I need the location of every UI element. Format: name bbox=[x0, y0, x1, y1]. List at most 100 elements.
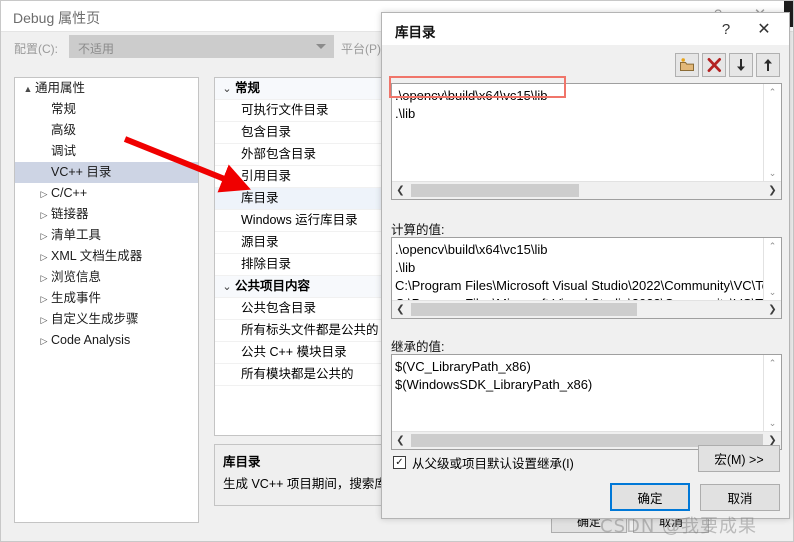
property-row[interactable]: 排除目录 bbox=[215, 254, 403, 276]
property-row[interactable]: 所有模块都是公共的 bbox=[215, 364, 403, 386]
tree-item[interactable]: ▷ 浏览信息 bbox=[15, 267, 198, 288]
property-row[interactable]: 源目录 bbox=[215, 232, 403, 254]
background-window-title: Debug 属性页 bbox=[13, 10, 101, 26]
chevron-down-icon[interactable]: ⌄ bbox=[219, 277, 235, 298]
settings-tree[interactable]: ▲ 通用属性 常规 高级 调试 VC++ 目录 ▷ C/C++ ▷ 链接器 ▷ 清单工具 ▷ XML 文档… bbox=[14, 77, 199, 523]
collapsed-triangle-icon[interactable]: ▷ bbox=[37, 226, 51, 247]
property-group-header[interactable]: ⌄ 公共项目内容 bbox=[215, 276, 403, 298]
directories-edit-list[interactable]: .\opencv\build\x64\vc15\lib .\lib ⌃ ⌄ ❮ ❯ bbox=[391, 83, 782, 200]
computed-vertical-scrollbar[interactable]: ⌃ ⌄ bbox=[763, 238, 781, 301]
property-label: 所有标头文件都是公共的 bbox=[241, 323, 379, 337]
property-row[interactable]: 公共 C++ 模块目录 bbox=[215, 342, 403, 364]
scroll-up-icon[interactable]: ⌃ bbox=[764, 355, 781, 372]
property-label: 包含目录 bbox=[241, 125, 292, 139]
directories-list-lines[interactable]: .\opencv\build\x64\vc15\lib .\lib bbox=[392, 84, 764, 182]
csdn-watermark: CSDN @我要成果 bbox=[600, 516, 758, 537]
expanded-triangle-icon[interactable]: ▲ bbox=[21, 79, 35, 100]
scroll-left-icon[interactable]: ❮ bbox=[392, 301, 409, 318]
configuration-combobox[interactable]: 不适用 bbox=[69, 35, 334, 58]
property-label: Windows 运行库目录 bbox=[241, 213, 358, 227]
tree-item[interactable]: ▷ Code Analysis bbox=[15, 330, 198, 351]
tree-item-label: 链接器 bbox=[51, 207, 89, 221]
list-item[interactable]: .\lib bbox=[395, 259, 764, 277]
edit-list-vertical-scrollbar[interactable]: ⌃ ⌄ bbox=[763, 84, 781, 182]
collapsed-triangle-icon[interactable]: ▷ bbox=[37, 289, 51, 310]
inherit-checkbox-row[interactable]: ✓ 从父级或项目默认设置继承(I) bbox=[393, 453, 574, 472]
tree-item[interactable]: ▷ 自定义生成步骤 bbox=[15, 309, 198, 330]
property-row[interactable]: 可执行文件目录 bbox=[215, 100, 403, 122]
tree-item[interactable]: ▷ C/C++ bbox=[15, 183, 198, 204]
dialog-cancel-button[interactable]: 取消 bbox=[700, 484, 780, 511]
scroll-right-icon[interactable]: ❯ bbox=[764, 182, 781, 199]
collapsed-triangle-icon[interactable]: ▷ bbox=[37, 310, 51, 331]
collapsed-triangle-icon[interactable]: ▷ bbox=[37, 205, 51, 226]
tree-item[interactable]: 高级 bbox=[15, 120, 198, 141]
collapsed-triangle-icon[interactable]: ▷ bbox=[37, 268, 51, 289]
tree-item[interactable]: 调试 bbox=[15, 141, 198, 162]
inherited-values-label: 继承的值: bbox=[391, 340, 445, 354]
property-row[interactable]: 公共包含目录 bbox=[215, 298, 403, 320]
inherit-checkbox-label: 从父级或项目默认设置继承(I) bbox=[412, 457, 574, 471]
dialog-ok-button[interactable]: 确定 bbox=[610, 483, 690, 511]
property-row[interactable]: 所有标头文件都是公共的 bbox=[215, 320, 403, 342]
dialog-help-icon[interactable]: ? bbox=[711, 16, 741, 42]
collapsed-triangle-icon[interactable]: ▷ bbox=[37, 247, 51, 268]
list-item[interactable]: .\opencv\build\x64\vc15\lib bbox=[395, 241, 764, 259]
edit-list-horizontal-scrollbar[interactable]: ❮ ❯ bbox=[392, 181, 781, 199]
property-row[interactable]: 库目录 bbox=[215, 188, 403, 210]
scroll-up-icon[interactable]: ⌃ bbox=[764, 84, 781, 101]
tree-item-label: C/C++ bbox=[51, 186, 88, 200]
property-label: 公共项目内容 bbox=[235, 279, 311, 293]
property-row[interactable]: Windows 运行库目录 bbox=[215, 210, 403, 232]
tree-item[interactable]: VC++ 目录 bbox=[15, 162, 198, 183]
scroll-down-icon[interactable]: ⌄ bbox=[764, 165, 781, 182]
property-grid[interactable]: ⌄ 常规 可执行文件目录 包含目录 外部包含目录 引用目录 库目录 Windows 运行库目录… bbox=[214, 77, 404, 436]
macros-button[interactable]: 宏(M) >> bbox=[698, 445, 780, 472]
inherit-checkbox[interactable]: ✓ bbox=[393, 456, 406, 469]
hscroll-thumb[interactable] bbox=[411, 303, 637, 316]
scroll-left-icon[interactable]: ❮ bbox=[392, 432, 409, 449]
computed-values-label: 计算的值: bbox=[391, 223, 445, 237]
delete-icon[interactable] bbox=[702, 53, 726, 77]
property-row[interactable]: 引用目录 bbox=[215, 166, 403, 188]
chevron-down-icon[interactable]: ⌄ bbox=[219, 79, 235, 100]
property-row[interactable]: 包含目录 bbox=[215, 122, 403, 144]
annotation-highlight-rect bbox=[389, 76, 566, 98]
list-item[interactable]: $(VC_LibraryPath_x86) bbox=[395, 358, 764, 376]
list-item[interactable]: C:\Program Files\Microsoft Visual Studio… bbox=[395, 277, 764, 295]
property-label: 常规 bbox=[235, 81, 261, 95]
dialog-close-icon[interactable]: ✕ bbox=[749, 16, 779, 42]
tree-item[interactable]: ▷ 生成事件 bbox=[15, 288, 198, 309]
scroll-down-icon[interactable]: ⌄ bbox=[764, 415, 781, 432]
scroll-up-icon[interactable]: ⌃ bbox=[764, 238, 781, 255]
tree-item[interactable]: ▷ 清单工具 bbox=[15, 225, 198, 246]
inherited-vertical-scrollbar[interactable]: ⌃ ⌄ bbox=[763, 355, 781, 432]
tree-item[interactable]: ▷ 链接器 bbox=[15, 204, 198, 225]
dialog-title: 库目录 bbox=[395, 25, 436, 40]
tree-item[interactable]: ▷ XML 文档生成器 bbox=[15, 246, 198, 267]
scroll-right-icon[interactable]: ❯ bbox=[764, 301, 781, 318]
hscroll-thumb[interactable] bbox=[411, 184, 579, 197]
scroll-left-icon[interactable]: ❮ bbox=[392, 182, 409, 199]
dialog-title-bar: 库目录 ? ✕ bbox=[382, 13, 789, 45]
tree-item-label: 生成事件 bbox=[51, 291, 102, 305]
platform-label: 平台(P): bbox=[341, 42, 385, 56]
computed-horizontal-scrollbar[interactable]: ❮ ❯ bbox=[392, 300, 781, 318]
dialog-toolbar bbox=[675, 53, 780, 77]
scroll-down-icon[interactable]: ⌄ bbox=[764, 284, 781, 301]
new-folder-icon[interactable] bbox=[675, 53, 699, 77]
property-label: 库目录 bbox=[241, 191, 279, 205]
description-body: 生成 VC++ 项目期间，搜索库文 bbox=[223, 477, 400, 491]
inherited-values-box: $(VC_LibraryPath_x86) $(WindowsSDK_Librar… bbox=[391, 354, 782, 450]
move-up-icon[interactable] bbox=[756, 53, 780, 77]
tree-item[interactable]: 常规 bbox=[15, 99, 198, 120]
collapsed-triangle-icon[interactable]: ▷ bbox=[37, 184, 51, 205]
property-row[interactable]: 外部包含目录 bbox=[215, 144, 403, 166]
list-item[interactable]: .\lib bbox=[395, 105, 764, 123]
tree-item[interactable]: ▲ 通用属性 bbox=[15, 78, 198, 99]
list-item[interactable]: $(WindowsSDK_LibraryPath_x86) bbox=[395, 376, 764, 394]
property-group-header[interactable]: ⌄ 常规 bbox=[215, 78, 403, 100]
collapsed-triangle-icon[interactable]: ▷ bbox=[37, 331, 51, 352]
move-down-icon[interactable] bbox=[729, 53, 753, 77]
chevron-down-icon bbox=[316, 44, 326, 49]
